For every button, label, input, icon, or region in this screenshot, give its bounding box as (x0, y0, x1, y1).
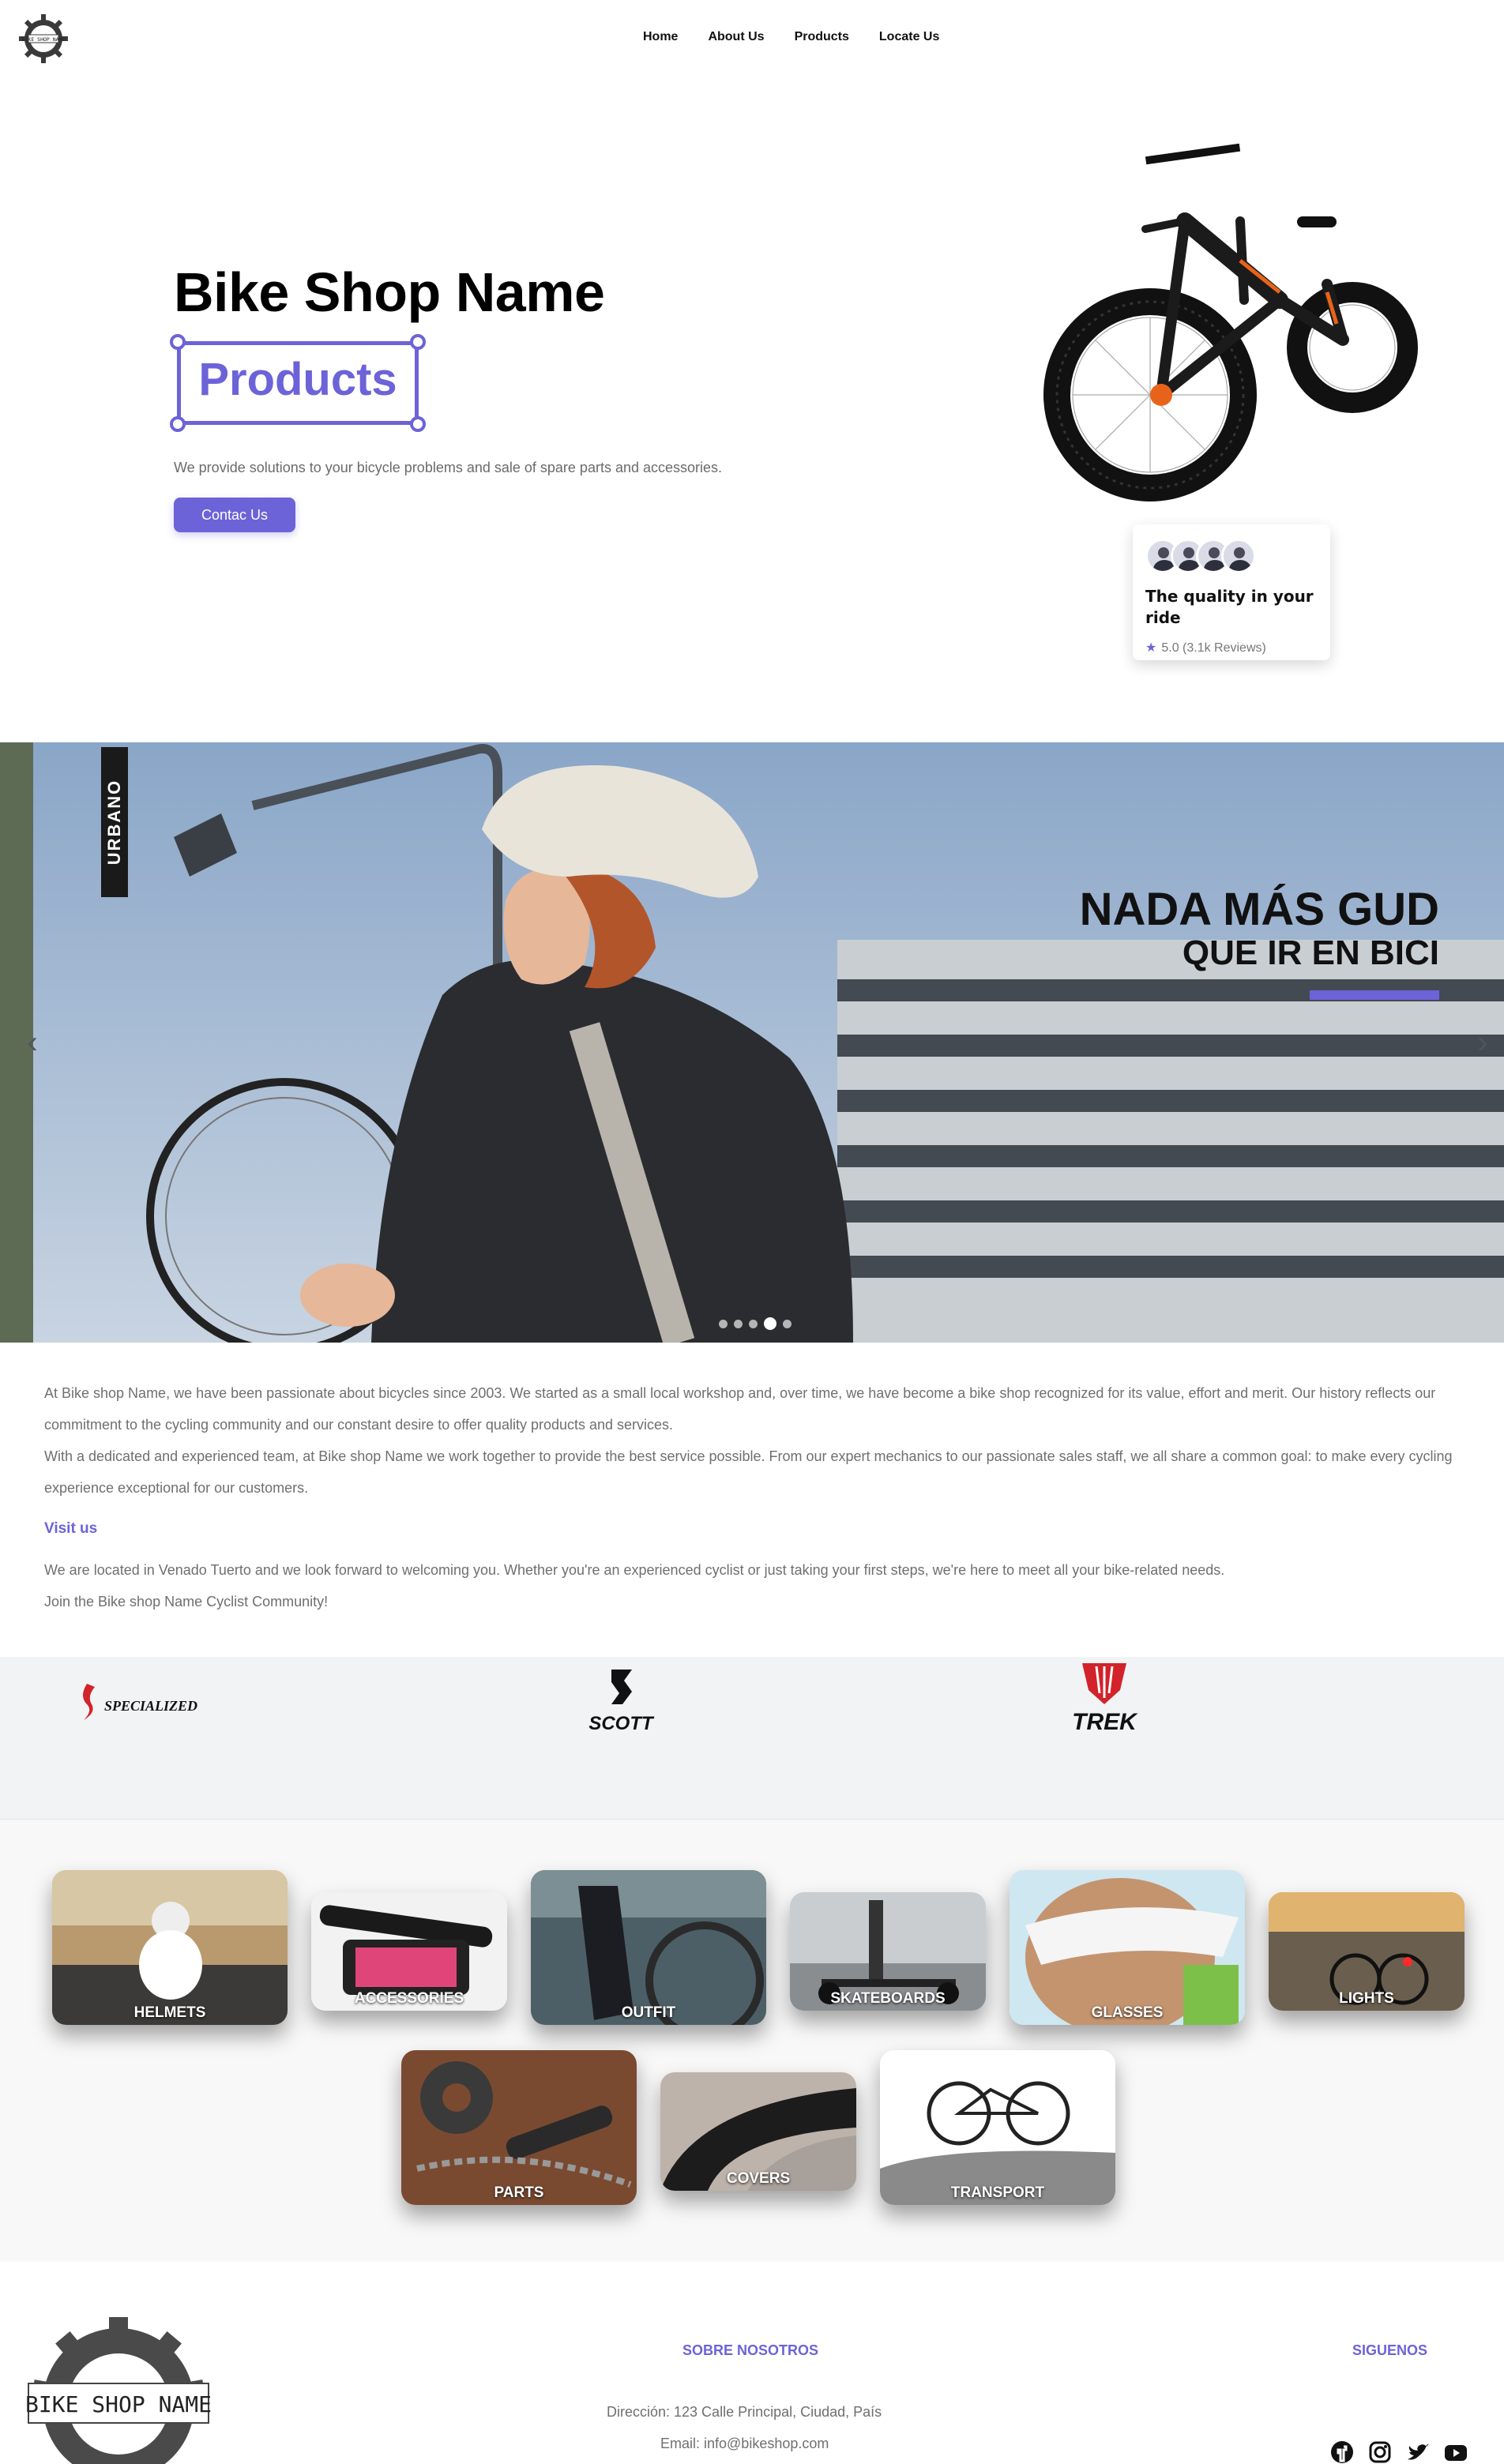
svg-text:SPECIALIZED: SPECIALIZED (104, 1698, 197, 1714)
visit-us-heading: Visit us (44, 1520, 98, 1537)
rating-text: 5.0 (3.1k Reviews) (1161, 641, 1266, 655)
about-paragraph: Join the Bike shop Name Cyclist Communit… (44, 1594, 329, 1609)
nav-home-link[interactable]: Home (643, 30, 678, 44)
selection-handle (410, 334, 426, 350)
about-footer-heading: SOBRE NOSOTROS (682, 2342, 819, 2358)
category-card-transport[interactable]: TRANSPORT (880, 2050, 1115, 2205)
carousel-dots (719, 1317, 791, 1330)
category-tag: URBANO (101, 747, 128, 897)
scott-logo[interactable]: SCOTT (567, 1665, 675, 1740)
carousel-dot[interactable] (783, 1319, 791, 1328)
specialized-logo[interactable]: SPECIALIZED (76, 1674, 202, 1733)
category-label: OUTFIT (621, 2004, 676, 2021)
category-card-glasses[interactable]: GLASSES (1010, 1870, 1245, 2025)
svg-text:BIKE SHOP NAME: BIKE SHOP NAME (25, 2391, 212, 2417)
nav-links: Home About Us Products Locate Us (643, 30, 969, 44)
hero-description: We provide solutions to your bicycle pro… (174, 460, 723, 475)
youtube-icon[interactable] (1444, 2440, 1468, 2464)
slide-headline: NADA MÁS GUD (1079, 884, 1439, 935)
footer-address: Dirección: 123 Calle Principal, Ciudad, … (607, 2404, 882, 2420)
hero-title: Bike Shop Name (174, 261, 605, 323)
nav-about-link[interactable]: About Us (708, 30, 764, 44)
follow-us-heading: SIGUENOS (1352, 2342, 1428, 2358)
logo-gear-icon[interactable]: BIKE SHOP NAME (17, 13, 70, 65)
instagram-icon[interactable] (1368, 2440, 1392, 2464)
contact-us-button[interactable]: Contac Us (174, 498, 295, 532)
tag-text: URBANO (104, 779, 124, 866)
slide-subheadline: QUE IR EN BICI (1182, 933, 1439, 972)
selection-handle (170, 334, 186, 350)
promo-carousel[interactable] (0, 742, 1504, 1343)
twitter-icon[interactable] (1406, 2440, 1430, 2464)
category-card-helmets[interactable]: HELMETS (52, 1870, 288, 2025)
brands-strip: SPECIALIZED SCOTT TREK (0, 1657, 1504, 1820)
category-card-accessories[interactable]: ACCESSORIES (311, 1892, 507, 2011)
review-card: The quality in your ride ★ 5.0 (3.1k Revi… (1133, 524, 1330, 660)
avatar (1221, 539, 1256, 573)
category-card-covers[interactable]: COVERS (660, 2072, 856, 2191)
selection-handle (410, 416, 426, 432)
hero-bike-image (1043, 134, 1422, 545)
customer-avatars (1145, 539, 1318, 575)
carousel-next-icon[interactable]: › (1471, 1027, 1495, 1058)
about-paragraph: At Bike shop Name, we have been passiona… (44, 1385, 1436, 1433)
selection-handle (170, 416, 186, 432)
category-label: TRANSPORT (950, 2184, 1045, 2201)
hero-highlight-box: Products (170, 334, 426, 432)
carousel-prev-icon[interactable]: ‹ (21, 1027, 44, 1058)
category-label: GLASSES (1091, 2004, 1164, 2021)
svg-text:BIKE SHOP NAME: BIKE SHOP NAME (22, 36, 66, 43)
nav-locate-link[interactable]: Locate Us (879, 30, 939, 44)
category-card-skateboards[interactable]: SKATEBOARDS (790, 1892, 986, 2011)
about-paragraph: We are located in Venado Tuerto and we l… (44, 1562, 1225, 1578)
star-icon: ★ (1145, 641, 1157, 655)
category-label: ACCESSORIES (354, 1990, 464, 2007)
about-paragraph: With a dedicated and experienced team, a… (44, 1448, 1453, 1496)
category-label: PARTS (494, 2184, 544, 2201)
carousel-dot[interactable] (719, 1319, 728, 1328)
category-card-parts[interactable]: PARTS (401, 2050, 637, 2205)
slide-accent-bar (1310, 990, 1439, 1000)
trek-logo[interactable]: TREK (1041, 1660, 1167, 1743)
facebook-icon[interactable] (1330, 2440, 1354, 2464)
categories-section: HELMETS ACCESSORIES OUTFIT SKATEBOARDS G… (0, 1820, 1504, 2262)
category-card-outfit[interactable]: OUTFIT (531, 1870, 766, 2025)
review-title: The quality in your ride (1145, 587, 1314, 627)
nav-products-link[interactable]: Products (795, 30, 849, 44)
category-label: LIGHTS (1339, 1990, 1394, 2007)
top-nav: BIKE SHOP NAME Home About Us Products Lo… (0, 0, 1504, 76)
category-label: COVERS (726, 2170, 791, 2187)
category-card-lights[interactable]: LIGHTS (1269, 1892, 1465, 2011)
category-label: SKATEBOARDS (830, 1990, 946, 2007)
carousel-dot[interactable] (734, 1319, 743, 1328)
carousel-dot-active[interactable] (764, 1317, 776, 1330)
review-rating: ★ 5.0 (3.1k Reviews) (1145, 640, 1318, 655)
footer: BIKE SHOP NAME SOBRE NOSOTROS Dirección:… (0, 2262, 1504, 2464)
hero-highlight-text: Products (198, 354, 397, 405)
footer-logo-gear-icon[interactable]: BIKE SHOP NAME (25, 2317, 212, 2464)
svg-text:TREK: TREK (1072, 1709, 1138, 1735)
social-links (1330, 2440, 1468, 2464)
about-section: At Bike shop Name, we have been passiona… (44, 1377, 1474, 1617)
category-label: HELMETS (133, 2004, 206, 2021)
carousel-dot[interactable] (749, 1319, 758, 1328)
svg-text:SCOTT: SCOTT (588, 1713, 655, 1734)
footer-email[interactable]: Email: info@bikeshop.com (660, 2436, 829, 2452)
